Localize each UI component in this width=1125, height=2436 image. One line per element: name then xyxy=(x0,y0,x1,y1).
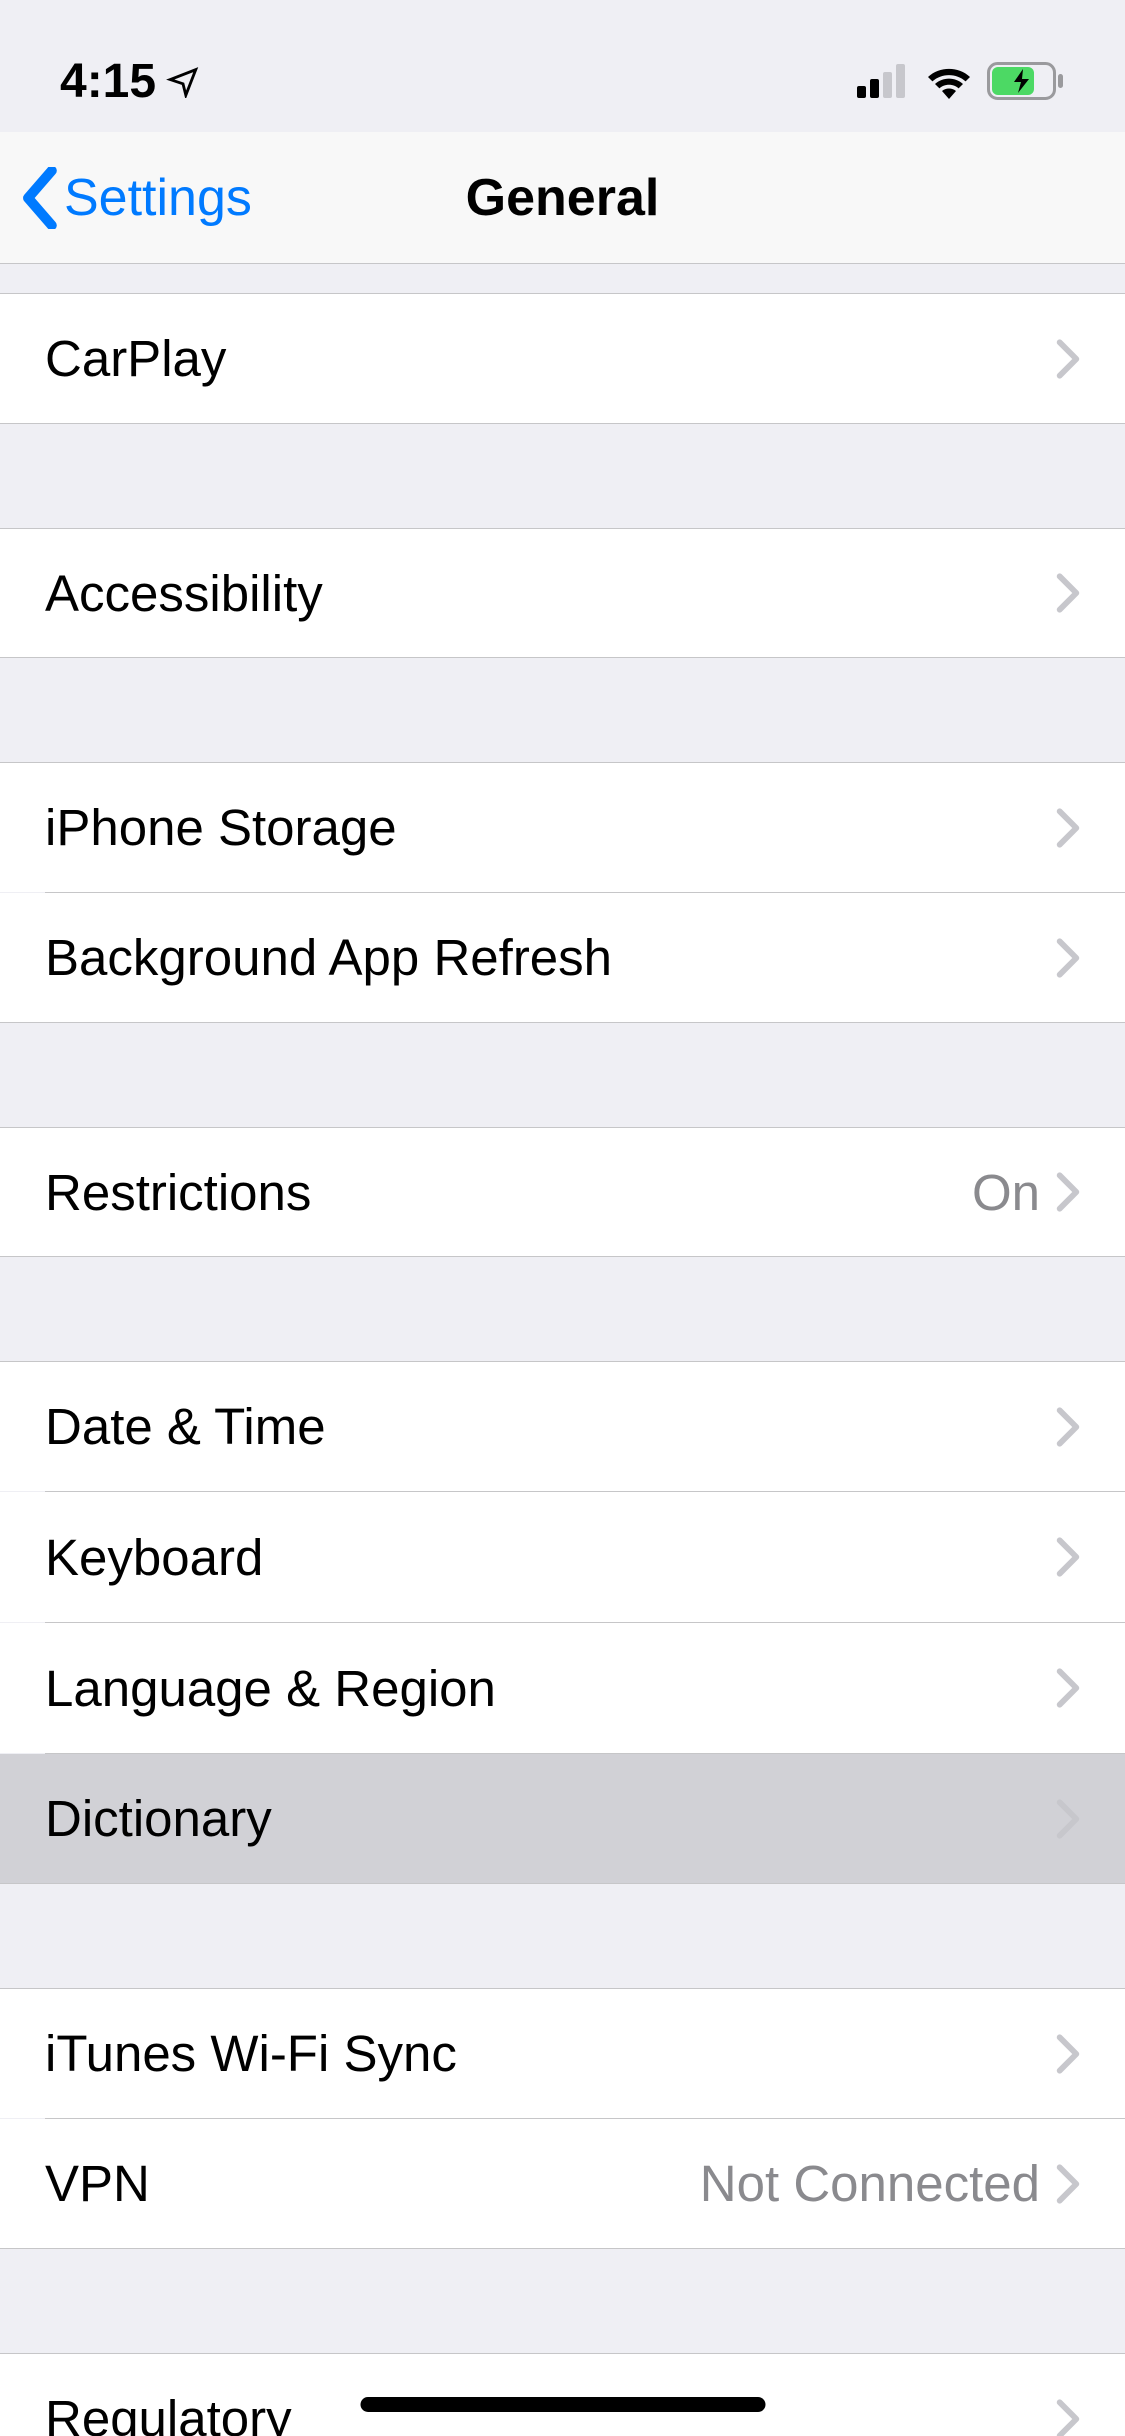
row-dictionary[interactable]: Dictionary xyxy=(0,1754,1125,1884)
row-label: Restrictions xyxy=(45,1163,972,1222)
chevron-right-icon xyxy=(1056,808,1080,848)
navigation-bar: Settings General xyxy=(0,132,1125,264)
row-label: Background App Refresh xyxy=(45,928,1056,987)
row-itunes-wifi-sync[interactable]: iTunes Wi-Fi Sync xyxy=(0,1988,1125,2118)
row-date-time[interactable]: Date & Time xyxy=(0,1361,1125,1491)
chevron-right-icon xyxy=(1056,573,1080,613)
wifi-icon xyxy=(925,63,973,99)
row-label: iPhone Storage xyxy=(45,798,1056,857)
row-background-app-refresh[interactable]: Background App Refresh xyxy=(0,893,1125,1023)
home-indicator[interactable] xyxy=(360,2397,765,2412)
back-label: Settings xyxy=(64,168,252,228)
row-label: Dictionary xyxy=(45,1789,1056,1848)
chevron-right-icon xyxy=(1056,339,1080,379)
row-label: iTunes Wi-Fi Sync xyxy=(45,2024,1056,2083)
row-label: CarPlay xyxy=(45,329,1056,388)
row-value: On xyxy=(972,1163,1040,1222)
row-regulatory[interactable]: Regulatory xyxy=(0,2353,1125,2436)
status-time: 4:15 xyxy=(60,54,156,109)
row-label: Accessibility xyxy=(45,564,1056,623)
chevron-right-icon xyxy=(1056,2164,1080,2204)
row-label: Language & Region xyxy=(45,1659,1056,1718)
settings-list[interactable]: CarPlay Accessibility iPhone Storage Backgr… xyxy=(0,264,1125,2436)
page-title: General xyxy=(466,168,660,228)
back-button[interactable]: Settings xyxy=(20,167,252,229)
chevron-right-icon xyxy=(1056,1799,1080,1839)
chevron-right-icon xyxy=(1056,938,1080,978)
row-value: Not Connected xyxy=(700,2154,1040,2213)
row-iphone-storage[interactable]: iPhone Storage xyxy=(0,762,1125,892)
chevron-right-icon xyxy=(1056,1172,1080,1212)
row-label: Keyboard xyxy=(45,1528,1056,1587)
status-bar: 4:15 xyxy=(0,0,1125,132)
row-keyboard[interactable]: Keyboard xyxy=(0,1492,1125,1622)
row-restrictions[interactable]: RestrictionsOn xyxy=(0,1127,1125,1257)
row-vpn[interactable]: VPNNot Connected xyxy=(0,2119,1125,2249)
chevron-right-icon xyxy=(1056,1407,1080,1447)
location-icon xyxy=(166,64,200,98)
chevron-left-icon xyxy=(20,167,58,229)
cellular-signal-icon xyxy=(857,64,911,98)
row-label: VPN xyxy=(45,2154,700,2213)
chevron-right-icon xyxy=(1056,1537,1080,1577)
row-language-region[interactable]: Language & Region xyxy=(0,1623,1125,1753)
chevron-right-icon xyxy=(1056,2399,1080,2436)
row-carplay[interactable]: CarPlay xyxy=(0,294,1125,424)
row-accessibility[interactable]: Accessibility xyxy=(0,528,1125,658)
battery-charging-icon xyxy=(987,62,1065,100)
chevron-right-icon xyxy=(1056,1668,1080,1708)
row-label: Date & Time xyxy=(45,1397,1056,1456)
chevron-right-icon xyxy=(1056,2034,1080,2074)
